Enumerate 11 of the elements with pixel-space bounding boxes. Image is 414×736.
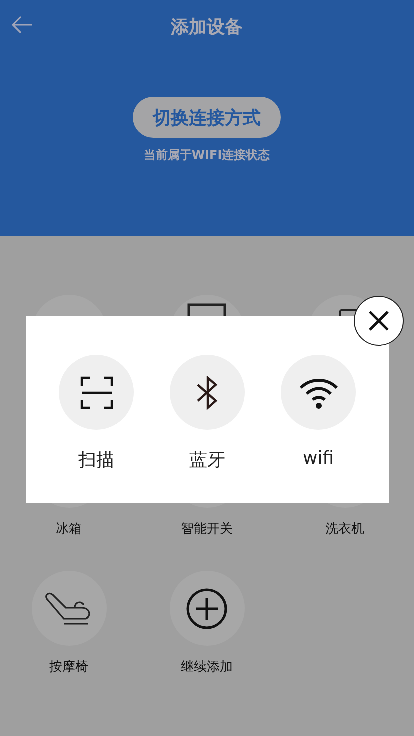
- device-label: 继续添加: [181, 659, 233, 676]
- device-label: 冰箱: [56, 521, 82, 538]
- device-label: 按摩椅: [50, 659, 88, 676]
- device-label: 智能开关: [181, 521, 233, 538]
- option-label: 蓝牙: [190, 449, 226, 472]
- page-title: 添加设备: [171, 16, 243, 39]
- option-label: 扫描: [78, 449, 114, 472]
- connection-status: 当前属于WIFI连接状态: [144, 147, 270, 164]
- option-label: wifi: [302, 448, 334, 469]
- device-label: 洗衣机: [326, 521, 364, 538]
- switch-connection-button[interactable]: 切换连接方式: [133, 97, 281, 138]
